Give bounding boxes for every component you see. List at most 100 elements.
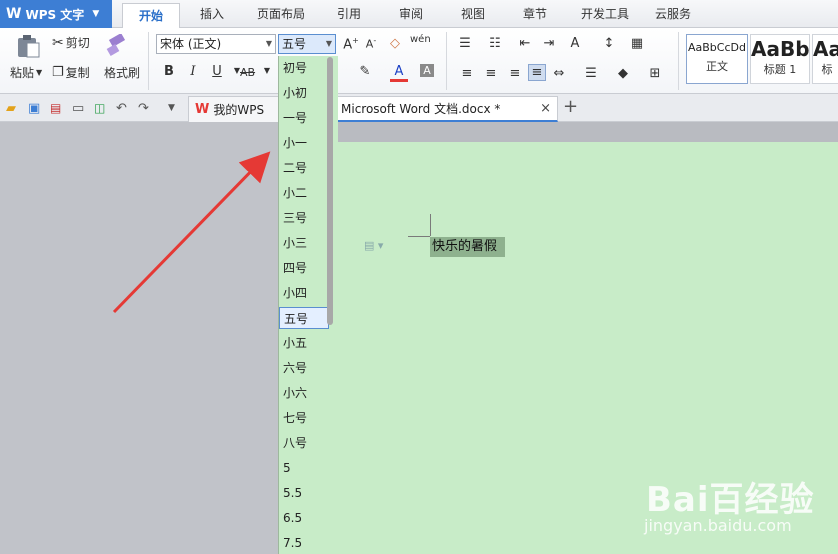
tab-document[interactable]: Microsoft Word 文档.docx * × (336, 96, 558, 122)
numbered-list-icon[interactable]: ☷ (486, 36, 504, 51)
tab-page-layout[interactable]: 页面布局 (248, 0, 314, 28)
paste-button[interactable] (10, 34, 46, 58)
font-size-option[interactable]: 七号 (279, 407, 329, 429)
chevron-down-icon: ▼ (36, 68, 43, 77)
format-painter-label[interactable]: 格式刷 (104, 64, 140, 81)
selected-text[interactable]: 快乐的暑假 (430, 237, 506, 257)
paragraph-icon[interactable]: ▤ ▾ (364, 239, 383, 252)
wps-logo-icon: W (6, 6, 22, 22)
font-size-option[interactable]: 小一 (279, 132, 329, 154)
chevron-down-icon[interactable]: ▼ (168, 103, 182, 117)
save-icon[interactable]: ▣ (28, 101, 42, 116)
paste-label[interactable]: 粘贴 ▼ (10, 64, 42, 81)
quick-access-bar: ▰ ▣ ▤ ▭ ◫ ↶ ↷ ▼ W 我的WPS Microsoft Word 文… (0, 94, 838, 122)
brush-icon (106, 34, 126, 56)
font-size-option[interactable]: 四号 (279, 257, 329, 279)
sort-icon[interactable]: ↕ (600, 36, 618, 51)
font-size-option[interactable]: 小五 (279, 332, 329, 354)
print-icon[interactable]: ▭ (72, 101, 86, 116)
font-size-value: 五号 (282, 37, 307, 51)
chevron-down-icon: ▼ (265, 39, 272, 48)
font-size-option[interactable]: 二号 (279, 157, 329, 179)
font-size-option[interactable]: 小六 (279, 382, 329, 404)
underline-button[interactable]: U (208, 64, 226, 79)
tab-view[interactable]: 视图 (450, 0, 496, 28)
style-heading-2[interactable]: Aa 标 (812, 34, 838, 84)
font-size-option-selected[interactable]: 五号 (279, 307, 329, 329)
font-size-option[interactable]: 八号 (279, 432, 329, 454)
align-right-icon[interactable]: ≡ (506, 66, 524, 81)
tab-developer[interactable]: 开发工具 (572, 0, 638, 28)
undo-icon[interactable]: ↶ (116, 101, 130, 116)
bold-button[interactable]: B (160, 64, 178, 79)
char-shading-icon[interactable]: A (420, 64, 434, 77)
font-size-option[interactable]: 初号 (279, 57, 329, 79)
new-tab-button[interactable]: + (563, 96, 578, 117)
increase-indent-icon[interactable]: ⇥ (540, 36, 558, 51)
highlight-icon[interactable]: ✎ (356, 64, 374, 79)
baidu-watermark: Bai百经验 jingyan.baidu.com (636, 462, 836, 552)
font-color-icon[interactable]: A (390, 64, 408, 82)
grow-font-button[interactable]: A+ (342, 36, 360, 52)
dropdown-scrollbar[interactable] (327, 57, 333, 325)
tab-insert[interactable]: 插入 (188, 0, 236, 28)
align-left-icon[interactable]: ≡ (458, 66, 476, 81)
font-size-option[interactable]: 6.5 (279, 507, 329, 529)
wps-logo-icon: W (195, 102, 210, 117)
app-title: WPS 文字 (25, 7, 85, 22)
style-heading-1-sample: AaBb (751, 37, 810, 61)
align-center-icon[interactable]: ≡ (482, 66, 500, 81)
style-heading-1[interactable]: AaBb 标题 1 (750, 34, 810, 84)
bullet-list-icon[interactable]: ☰ (456, 36, 474, 51)
print-preview-icon[interactable]: ◫ (94, 101, 108, 115)
style-heading-1-label: 标题 1 (763, 63, 797, 76)
font-size-option[interactable]: 小四 (279, 282, 329, 304)
chevron-down-icon[interactable]: ▼ (258, 66, 276, 75)
distribute-icon[interactable]: ⇔ (550, 66, 568, 81)
divider (148, 32, 149, 90)
style-normal[interactable]: AaBbCcDd 正文 (686, 34, 748, 84)
font-size-option[interactable]: 5.5 (279, 482, 329, 504)
shrink-font-button[interactable]: A- (362, 36, 380, 51)
format-painter-button[interactable] (104, 34, 128, 58)
pinyin-icon[interactable]: wén (410, 34, 431, 45)
clear-format-icon[interactable]: ◇ (386, 36, 404, 51)
table-grid-icon[interactable]: ▦ (628, 36, 646, 51)
copy-button[interactable]: ❐ 复制 (52, 64, 90, 81)
font-name-select[interactable]: 宋体 (正文) ▼ (156, 34, 276, 54)
app-menu-button[interactable]: W WPS 文字 ▼ (0, 0, 112, 28)
italic-button[interactable]: I (184, 64, 202, 79)
export-pdf-icon[interactable]: ▤ (50, 101, 64, 115)
chevron-down-icon: ▼ (92, 9, 100, 19)
margin-mark (430, 214, 431, 236)
font-size-option[interactable]: 三号 (279, 207, 329, 229)
redo-icon[interactable]: ↷ (138, 101, 152, 116)
text-effect-icon[interactable]: A (566, 36, 584, 51)
font-size-option[interactable]: 一号 (279, 107, 329, 129)
justify-icon[interactable]: ≡ (528, 64, 546, 81)
style-normal-label: 正文 (706, 60, 728, 73)
font-size-option[interactable]: 5 (279, 457, 329, 479)
decrease-indent-icon[interactable]: ⇤ (516, 36, 534, 51)
line-spacing-icon[interactable]: ☰ (582, 66, 600, 81)
font-size-option[interactable]: 小三 (279, 232, 329, 254)
cut-button[interactable]: ✂ 剪切 (52, 34, 90, 51)
shading-icon[interactable]: ◆ (614, 66, 632, 81)
tab-cloud[interactable]: 云服务 (648, 0, 698, 28)
strikethrough-button[interactable]: AB (240, 66, 255, 79)
font-size-select[interactable]: 五号 ▼ (278, 34, 336, 54)
borders-icon[interactable]: ⊞ (646, 66, 664, 81)
tab-references[interactable]: 引用 (326, 0, 372, 28)
menu-bar: W WPS 文字 ▼ 开始 插入 页面布局 引用 审阅 视图 章节 开发工具 云… (0, 0, 838, 29)
font-size-option[interactable]: 小二 (279, 182, 329, 204)
tab-chapter[interactable]: 章节 (512, 0, 558, 28)
close-icon[interactable]: × (540, 101, 551, 116)
tab-review[interactable]: 审阅 (388, 0, 434, 28)
open-folder-icon[interactable]: ▰ (6, 101, 20, 116)
font-size-option[interactable]: 小初 (279, 82, 329, 104)
font-name-value: 宋体 (正文) (160, 37, 222, 51)
font-size-option[interactable]: 7.5 (279, 532, 329, 554)
tab-home[interactable]: 开始 (122, 3, 180, 29)
style-heading-2-sample: Aa (813, 37, 838, 61)
font-size-option[interactable]: 六号 (279, 357, 329, 379)
